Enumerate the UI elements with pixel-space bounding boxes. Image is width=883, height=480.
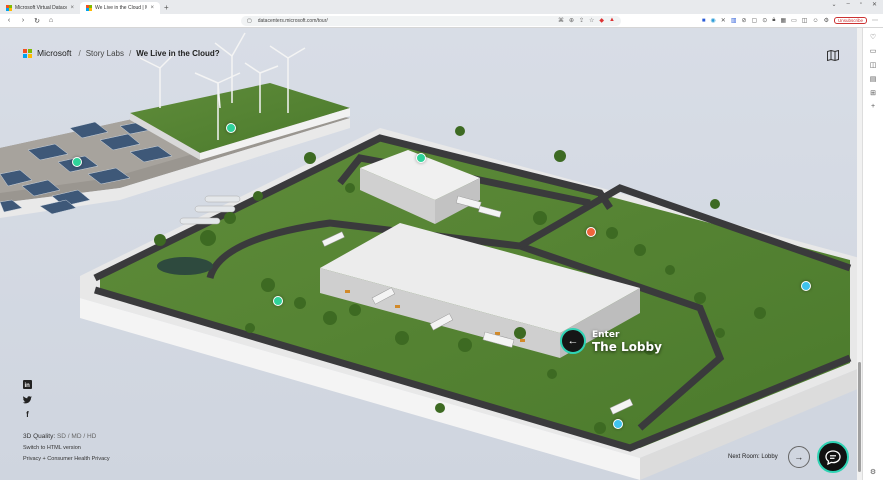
hotspot-blue-bottom[interactable] <box>613 419 623 429</box>
map-icon[interactable] <box>827 48 839 66</box>
hotspot-orange[interactable] <box>586 227 596 237</box>
home-icon[interactable]: ⌂ <box>47 17 55 24</box>
sidebar-icon[interactable]: ▤ <box>870 75 877 83</box>
footer-links: 3D Quality: SD / MD / HD Switch to HTML … <box>23 431 110 466</box>
translate-icon[interactable]: ⌘ <box>558 17 564 24</box>
minimize-icon[interactable]: – <box>846 1 849 8</box>
microsoft-logo-icon[interactable] <box>23 48 32 58</box>
page-scrollbar[interactable] <box>857 28 862 480</box>
extension-icon[interactable]: ■ <box>702 18 706 24</box>
hotspot-building[interactable] <box>416 153 426 163</box>
extension-icon[interactable]: ◉ <box>711 17 716 24</box>
reload-icon[interactable]: ↻ <box>33 17 41 25</box>
extensions-area: ■ ◉ ✕ ▥ ⊘ ▢ ⊙ 🔒︎ ▦ ▭ ◫ ☺ ⚙ Unsubscribe ⋯ <box>702 17 878 24</box>
close-tab-icon[interactable]: × <box>150 5 154 11</box>
hotspot-blue-right[interactable] <box>801 281 811 291</box>
microsoft-favicon-icon <box>6 5 12 11</box>
site-header: Microsoft / Story Labs / We Live in the … <box>23 48 220 58</box>
url-text: datacenters.microsoft.com/tour/ <box>257 17 328 24</box>
maximize-icon[interactable]: ▫ <box>860 1 862 8</box>
extension-icon[interactable]: ▥ <box>731 17 737 24</box>
extension-icon[interactable]: ☺ <box>812 18 818 24</box>
privacy-link[interactable]: Privacy + Consumer Health Privacy <box>23 454 110 466</box>
microsoft-favicon-icon <box>86 5 92 11</box>
breadcrumb-separator: / <box>78 48 81 58</box>
forward-icon[interactable]: › <box>19 17 27 24</box>
twitter-icon[interactable] <box>23 395 32 404</box>
sidebar-icon[interactable]: ▭ <box>870 47 877 55</box>
facebook-icon[interactable]: f <box>23 410 32 419</box>
scrollbar-thumb[interactable] <box>858 362 861 472</box>
datacenter-3d-scene[interactable] <box>0 28 857 480</box>
chat-button[interactable] <box>817 441 849 473</box>
settings-icon[interactable]: ⚙ <box>870 468 876 476</box>
share-icon[interactable]: ⇪ <box>579 17 584 24</box>
close-window-icon[interactable]: ✕ <box>872 1 877 8</box>
chat-bubble-icon <box>825 449 841 465</box>
browser-tab[interactable]: Microsoft Virtual Datacenter Tour × <box>0 2 80 14</box>
arrow-left-icon[interactable]: ← <box>560 328 586 354</box>
extension-icon[interactable]: ✕ <box>721 17 726 24</box>
svg-text:in: in <box>25 383 31 389</box>
shield-icon[interactable]: ◆ <box>599 17 604 24</box>
tab-label: Microsoft Virtual Datacenter Tour <box>15 5 68 11</box>
window-controls: ⌄ – ▫ ✕ <box>831 1 877 8</box>
chevron-down-icon[interactable]: ⌄ <box>831 1 836 8</box>
star-icon[interactable]: ☆ <box>589 17 594 24</box>
browser-sidebar: ♡ ▭ ◫ ▤ ⊞ + ⚙ <box>862 28 883 480</box>
hotspot-generators[interactable] <box>273 296 283 306</box>
social-links: in f <box>23 380 32 419</box>
address-bar[interactable]: ▢ datacenters.microsoft.com/tour/ ⌘ ⊕ ⇪ … <box>241 15 621 26</box>
sidebar-icon[interactable]: ◫ <box>870 61 877 69</box>
next-room[interactable]: Next Room: Lobby → <box>728 446 810 468</box>
extension-icon[interactable]: ⊙ <box>762 17 767 24</box>
page-canvas: Microsoft / Story Labs / We Live in the … <box>0 28 857 480</box>
brand-name[interactable]: Microsoft <box>37 48 71 58</box>
hotspot-wind[interactable] <box>226 123 236 133</box>
enter-lobby-button[interactable]: ← Enter The Lobby <box>560 328 662 354</box>
warning-icon[interactable]: ▲ <box>609 17 615 24</box>
zoom-icon[interactable]: ⊕ <box>569 17 574 24</box>
extension-icon[interactable]: ⊘ <box>742 17 747 24</box>
arrow-right-icon[interactable]: → <box>787 446 810 468</box>
new-tab-icon[interactable]: + <box>164 3 169 12</box>
lock-icon[interactable]: 🔒︎ <box>772 17 775 24</box>
quality-selector: 3D Quality: SD / MD / HD <box>23 431 110 443</box>
switch-html-link[interactable]: Switch to HTML version <box>23 443 110 455</box>
sidebar-icon[interactable]: ♡ <box>870 33 876 41</box>
lobby-label: The Lobby <box>592 340 662 354</box>
browser-toolbar: ‹ › ↻ ⌂ ▢ datacenters.microsoft.com/tour… <box>0 14 883 28</box>
close-tab-icon[interactable]: × <box>70 5 74 11</box>
menu-icon[interactable]: ⋯ <box>872 17 878 24</box>
extension-icon[interactable]: ⚙ <box>824 17 829 24</box>
sidebar-icon[interactable]: ⊞ <box>870 89 876 97</box>
page-icon: ▢ <box>247 17 252 24</box>
unsubscribe-badge[interactable]: Unsubscribe <box>833 17 867 24</box>
browser-tab-active[interactable]: We Live in the Cloud | Microso × <box>80 2 160 14</box>
browser-tab-bar: Microsoft Virtual Datacenter Tour × We L… <box>0 0 883 14</box>
breadcrumb-story-labs[interactable]: Story Labs <box>86 49 124 58</box>
linkedin-icon[interactable]: in <box>23 380 32 389</box>
tab-label: We Live in the Cloud | Microso <box>95 5 148 11</box>
back-icon[interactable]: ‹ <box>5 17 13 24</box>
extension-icon[interactable]: ▦ <box>780 17 786 24</box>
next-room-label[interactable]: Next Room: Lobby <box>728 454 778 460</box>
pond <box>157 257 213 275</box>
page-title: We Live in the Cloud? <box>136 48 220 58</box>
hotspot-solar[interactable] <box>72 157 82 167</box>
extension-icon[interactable]: ▢ <box>752 17 758 24</box>
quality-options[interactable]: SD / MD / HD <box>57 433 96 440</box>
breadcrumb-separator: / <box>128 48 132 58</box>
extension-icon[interactable]: ◫ <box>802 17 808 24</box>
add-icon[interactable]: + <box>871 103 875 110</box>
quality-label: 3D Quality: <box>23 433 56 440</box>
extension-icon[interactable]: ▭ <box>791 17 797 24</box>
